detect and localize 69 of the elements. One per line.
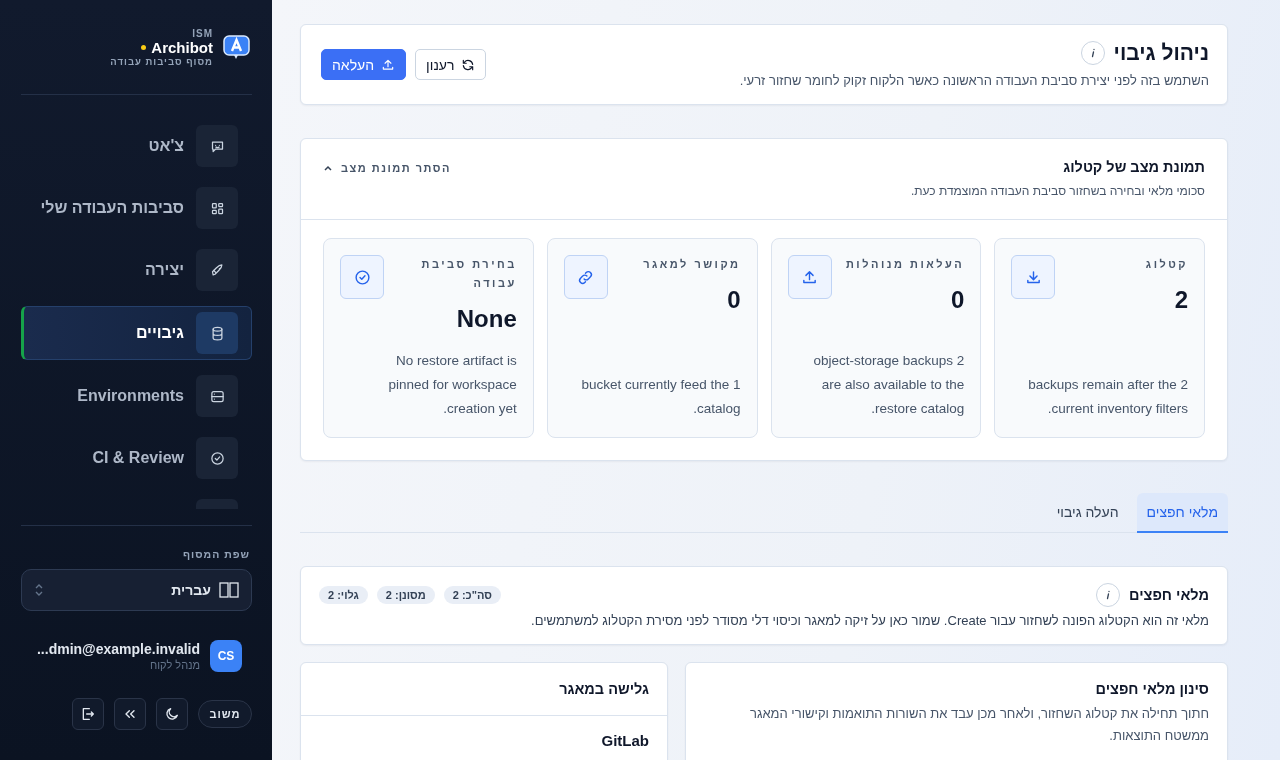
user-email: ...dmin@example.invalid [36,641,200,657]
count-chip: סה"כ: 2 [443,586,501,604]
section-subtitle: סכומי מלאי ובחירה בשחזור סביבת העבודה המוצמדת כעת. [910,184,1205,198]
moon-icon [164,706,180,722]
check-circle-icon [209,450,225,466]
refresh-icon [461,57,476,72]
nav-item[interactable]: יצירה [21,249,252,291]
stat-label: בחירת סביבת עבודה [420,257,517,291]
user-avatar: CS [210,640,242,672]
status-dot [141,44,147,50]
stat-label: מקושר למאגר [643,257,741,272]
database-icon [209,325,225,341]
panel-description: חתוך תחילה את קטלוג השחזור, ולאחר מכן עבד את השורות התואמות וקישורי המאגר ממשטח התוצאות. [748,705,1209,745]
language-select[interactable]: עברית [21,569,252,611]
stat-description: 2 object-storage backups are also available to the restore catalog. [812,352,965,418]
upload-button[interactable]: העלאה [321,49,407,80]
nav-item[interactable]: סביבות העבודה שלי [21,187,252,229]
stat-value: 0 [727,286,741,314]
brand-name: Archibot [151,38,213,56]
upload-icon [801,268,818,286]
page-title: ניהול גיבוי [1113,41,1209,65]
count-chip: מסונן: 2 [376,586,435,604]
panel-title: גלישה במאגר [558,681,649,697]
link-icon [577,268,595,286]
server-icon [209,388,225,404]
stat-value: None [456,305,517,333]
page-subtitle: השתמש בזה לפני יצירת סביבת העבודה הראשונה כאשר הלקוח זקוק לחומר שחזור זרעי. [739,73,1209,88]
logout-icon [80,706,96,722]
section-description: מלאי זה הוא הקטלוג הפונה לשחזור עבור Create. שמור כאן על זיקה למאגר וכיסוי דלי מסודר לפני מסירת הקטלוג למשתמשים. [530,613,1209,628]
stat-description: No restore artifact is pinned for workspace creation yet. [387,352,517,418]
tab[interactable]: העלה גיבוי [1046,493,1129,533]
chat-icon [209,138,225,154]
logo-icon [223,34,250,60]
nav-item[interactable]: CI & Review [21,437,252,479]
upload-icon [381,57,396,72]
check-circle-icon [353,268,371,286]
nav-item[interactable]: גיבויים [21,306,252,360]
collapse-button[interactable] [114,698,146,730]
stat-description: 1 bucket currently feed the catalog. [580,376,741,418]
repository-item[interactable]: GitLab [301,716,667,760]
user-role: מנהל לקוח [150,659,200,671]
stat-label: העלאות מנוהלות [845,257,965,272]
section-title: תמונת מצב של קטלוג [1062,159,1205,175]
stat-value: 2 [1174,286,1188,314]
nav-item[interactable]: Environments [21,375,252,417]
refresh-button[interactable]: רענון [415,49,487,80]
glyph-boxes-icon [219,582,239,598]
rocket-icon [209,262,225,278]
section-title: מלאי חפצים [1129,587,1209,603]
stat-value: 0 [950,286,965,314]
nav-item[interactable]: צ'אט [21,125,252,167]
stat-description: 2 backups remain after the current inventory filters. [1027,376,1188,418]
updown-icon [34,583,44,597]
toggle-button[interactable]: הסתר תמונת מצב [323,159,451,177]
feedback-button[interactable]: משוב [198,700,252,728]
grid-icon [209,200,225,216]
download-icon [1024,268,1042,286]
tab[interactable]: מלאי חפצים [1136,493,1228,533]
logout-button[interactable] [72,698,104,730]
theme-toggle-button[interactable] [156,698,188,730]
brand-eyebrow: ISM [192,27,213,39]
count-chip: גלוי: 2 [319,586,368,604]
panel-title: סינון מלאי חפצים [1094,681,1209,697]
info-icon [1080,41,1105,65]
language-label: שפת המסוף [181,548,250,560]
info-icon [1096,583,1121,607]
stat-label: קטלוג [1145,257,1188,272]
brand-subtitle: מסוף סביבות עבודה [110,55,213,67]
chevron-icon [323,163,333,173]
